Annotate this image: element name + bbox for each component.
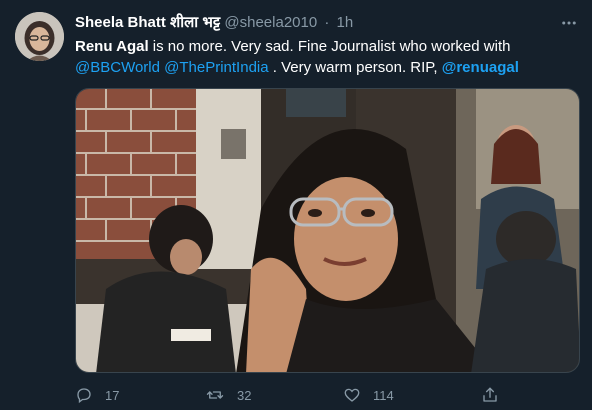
author-handle[interactable]: @sheela2010 — [224, 14, 317, 31]
more-icon[interactable] — [558, 12, 580, 34]
mention-theprintindia[interactable]: @ThePrintIndia — [164, 59, 268, 76]
share-button[interactable] — [481, 384, 511, 406]
like-button[interactable]: 114 — [343, 384, 394, 406]
tweet-actions: 17 32 114 — [75, 384, 505, 406]
tweet-photo[interactable] — [75, 88, 580, 373]
reply-button[interactable]: 17 — [75, 384, 119, 406]
mention-bbcworld[interactable]: @BBCWorld — [75, 59, 160, 76]
retweet-count: 32 — [237, 387, 252, 403]
reply-icon — [77, 388, 91, 404]
heart-icon — [344, 388, 360, 402]
retweet-button[interactable]: 32 — [205, 384, 251, 406]
lead-name: Renu Agal — [75, 38, 149, 55]
avatar[interactable] — [15, 12, 64, 61]
text-line2: . Very warm person. RIP, — [268, 59, 442, 76]
reply-count: 17 — [105, 387, 120, 403]
mention-renuagal[interactable]: @renuagal — [442, 59, 519, 76]
text-line1: is no more. Very sad. Fine Journalist wh… — [148, 38, 511, 55]
tweet-card[interactable]: Sheela Bhatt शीला भट्ट @sheela2010 · 1h … — [0, 0, 592, 410]
share-icon — [483, 387, 497, 402]
like-count: 114 — [373, 387, 394, 403]
separator-dot: · — [324, 14, 330, 31]
author-display-name[interactable]: Sheela Bhatt शीला भट्ट — [75, 14, 220, 31]
tweet-timestamp[interactable]: 1h — [337, 14, 354, 31]
tweet-text: Renu Agal is no more. Very sad. Fine Jou… — [75, 36, 575, 78]
tweet-header: Sheela Bhatt शीला भट्ट @sheela2010 · 1h — [75, 13, 353, 33]
retweet-icon — [206, 391, 224, 399]
